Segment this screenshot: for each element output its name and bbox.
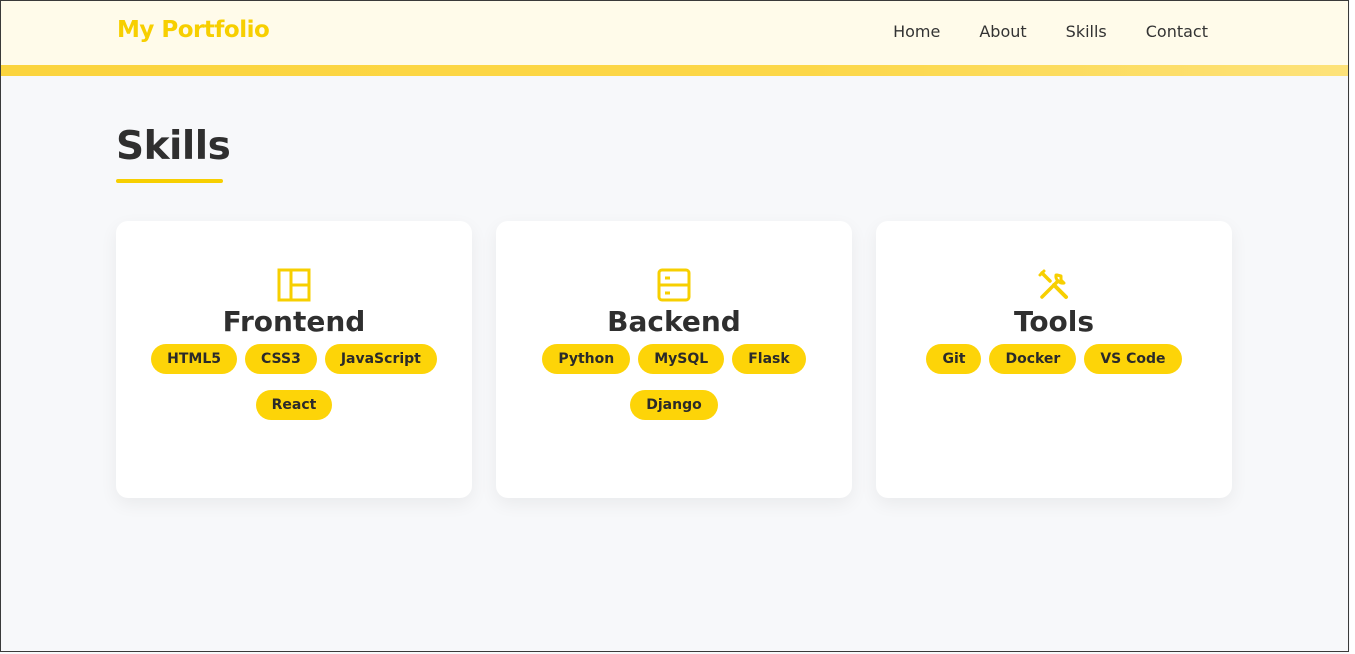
tag-list: Python MySQL Flask Django (524, 344, 824, 420)
skill-tag: JavaScript (324, 344, 437, 374)
skill-card-frontend: Frontend HTML5 CSS3 JavaScript React (116, 221, 472, 498)
card-title: Backend (607, 305, 741, 338)
tag-list: HTML5 CSS3 JavaScript React (144, 344, 444, 420)
nav-about-link[interactable]: About (979, 22, 1026, 41)
server-icon (656, 267, 692, 303)
main-nav: Home About Skills Contact (893, 22, 1208, 41)
site-header: My Portfolio Home About Skills Contact (1, 1, 1349, 65)
skill-tag: VS Code (1084, 344, 1182, 374)
tag-list: Git Docker VS Code (904, 344, 1204, 374)
layout-icon (276, 267, 312, 303)
skill-tag: MySQL (638, 344, 725, 374)
skill-tag: CSS3 (245, 344, 317, 374)
skill-tag: Django (630, 390, 718, 420)
card-title: Frontend (222, 305, 366, 338)
skill-tag: Docker (989, 344, 1077, 374)
window-edge (1350, 0, 1355, 654)
skill-tag: React (255, 390, 333, 420)
skill-card-tools: Tools Git Docker VS Code (876, 221, 1232, 498)
skill-tag: HTML5 (151, 344, 238, 374)
site-logo[interactable]: My Portfolio (117, 17, 270, 43)
card-title: Tools (1013, 305, 1095, 338)
skill-card-backend: Backend Python MySQL Flask Django (496, 221, 852, 498)
nav-skills-link[interactable]: Skills (1066, 22, 1107, 41)
skill-tag: Flask (732, 344, 806, 374)
skill-tag: Python (542, 344, 631, 374)
tools-icon (1036, 267, 1072, 303)
skill-tag: Git (926, 344, 982, 374)
skills-cards: Frontend HTML5 CSS3 JavaScript React Bac… (116, 221, 1232, 498)
section-title: Skills (116, 124, 231, 169)
title-underline (116, 179, 223, 183)
header-accent-bar (1, 65, 1349, 76)
nav-home-link[interactable]: Home (893, 22, 940, 41)
nav-contact-link[interactable]: Contact (1146, 22, 1208, 41)
